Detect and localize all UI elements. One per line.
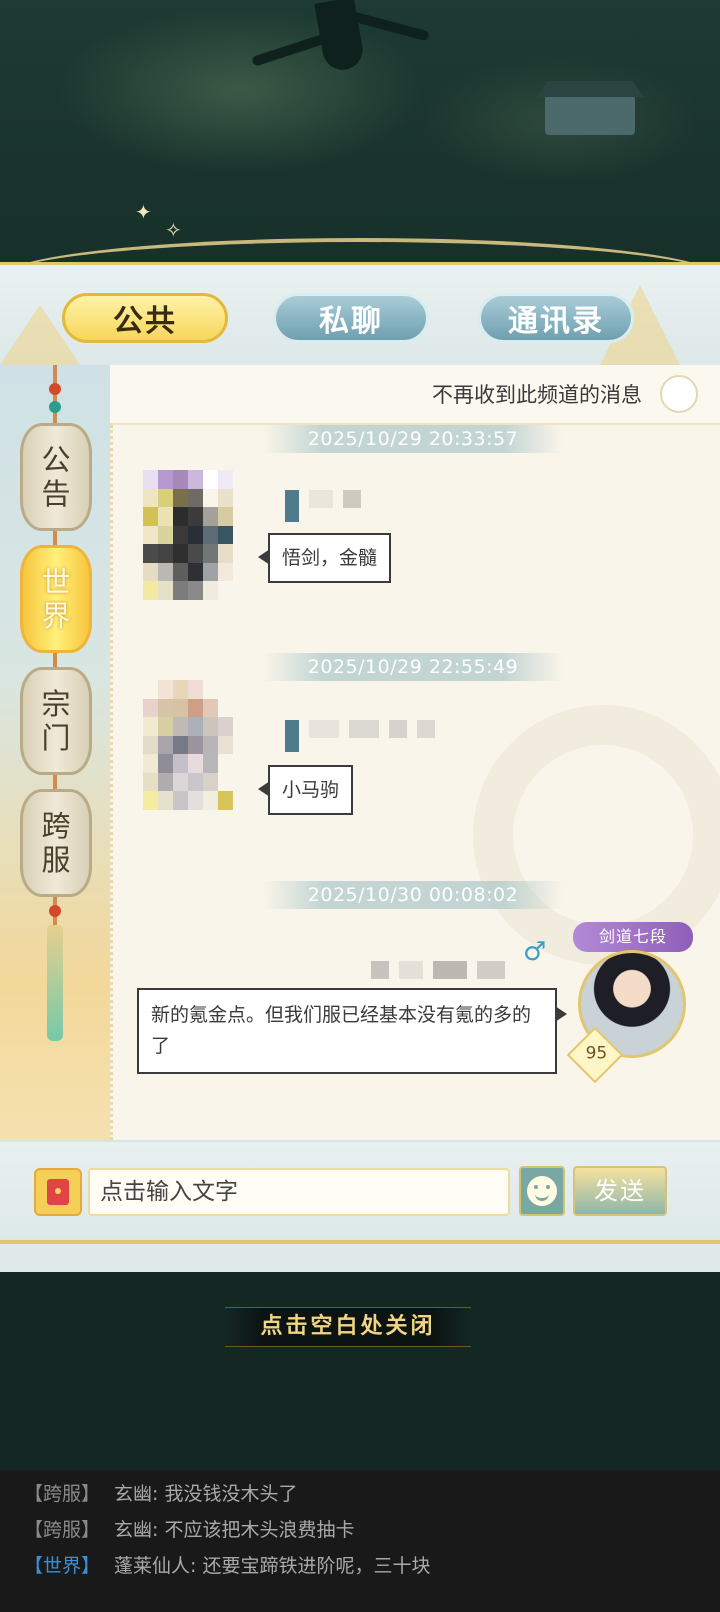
message-bubble[interactable]: 新的氪金点。但我们服已经基本没有氪的多的了 [137, 988, 567, 1074]
ticker-line: 【跨服】 玄幽: 不应该把木头浪费抽卡 [24, 1512, 720, 1548]
channel-mute-option: 不再收到此频道的消息 [110, 365, 720, 425]
message-bubble[interactable]: 小马驹 [257, 765, 354, 815]
ticker-speaker: 玄幽 [114, 1483, 153, 1505]
ticker-line: 【跨服】 玄幽: 我没钱没木头了 [24, 1476, 720, 1512]
message-timestamp: 2025/10/29 20:33:57 [263, 425, 563, 453]
close-hint[interactable]: 点击空白处关闭 [225, 1307, 471, 1347]
sidebar-item-label: 跨 [41, 809, 71, 843]
ticker-speaker: 蓬莱仙人 [114, 1555, 191, 1577]
male-icon: ♂ [523, 937, 547, 967]
ticker-channel: 【跨服】 [24, 1519, 101, 1541]
bird-icon: ✧ [165, 218, 182, 242]
chat-input-bar: 发送 [0, 1140, 720, 1240]
sidebar-item-sect[interactable]: 宗 门 [20, 667, 92, 775]
send-button[interactable]: 发送 [573, 1166, 667, 1216]
sidebar-item-label: 告 [41, 477, 71, 511]
username-redacted [285, 490, 361, 522]
message-bubble[interactable]: 悟剑，金髓 [257, 533, 392, 583]
ticker-line: 【世界】 蓬莱仙人: 还要宝蹄铁进阶呢，三十块 [24, 1548, 720, 1584]
bead-decoration [49, 401, 61, 413]
ticker-channel: 【世界】 [24, 1555, 101, 1577]
red-envelope-icon [47, 1179, 69, 1205]
chat-panel: 公共 私聊 通讯录 公 告 世 界 宗 门 跨 服 不再收到此频道的消息 202… [0, 262, 720, 1272]
background-scenery[interactable]: ✦ ✧ [0, 0, 720, 270]
chat-message-input[interactable] [88, 1168, 510, 1216]
house-decoration [545, 95, 635, 135]
sidebar-item-announcement[interactable]: 公 告 [20, 423, 92, 531]
sidebar-item-label: 宗 [41, 687, 71, 721]
ticker-separator: : [190, 1555, 203, 1577]
ticker-text: 我没钱没木头了 [164, 1483, 298, 1505]
ticker-speaker: 玄幽 [114, 1519, 153, 1541]
tab-bar: 公共 私聊 通讯录 [0, 265, 720, 365]
username-redacted [371, 961, 505, 979]
channel-sidebar: 公 告 世 界 宗 门 跨 服 [0, 365, 110, 1140]
message-list[interactable]: 2025/10/29 20:33:57 悟剑，金髓 2025/10/29 22:… [110, 425, 720, 1140]
level-value: 95 [585, 1043, 608, 1064]
sidebar-item-label: 服 [41, 843, 71, 877]
sidebar-item-label: 门 [41, 721, 71, 755]
red-envelope-button[interactable] [34, 1168, 82, 1216]
smiley-icon [527, 1176, 557, 1206]
avatar[interactable] [143, 470, 248, 600]
mute-channel-checkbox[interactable] [660, 375, 698, 413]
ticker-text: 还要宝蹄铁进阶呢，三十块 [202, 1555, 431, 1577]
ticker-separator: : [152, 1519, 165, 1541]
sidebar-item-label: 公 [41, 443, 71, 477]
mute-channel-label: 不再收到此频道的消息 [432, 383, 642, 407]
sidebar-item-cross-server[interactable]: 跨 服 [20, 789, 92, 897]
avatar[interactable] [143, 680, 248, 810]
ticker-separator: : [152, 1483, 165, 1505]
ticker-channel: 【跨服】 [24, 1483, 101, 1505]
bird-icon: ✦ [135, 200, 152, 224]
bead-decoration [49, 905, 61, 917]
bead-decoration [49, 383, 61, 395]
tassel-decoration [47, 925, 63, 1041]
ticker-text: 不应该把木头浪费抽卡 [164, 1519, 355, 1541]
panel-bottom-trim [0, 1240, 720, 1252]
message-timestamp: 2025/10/29 22:55:49 [263, 653, 563, 681]
rank-badge: 剑道七段 [573, 922, 693, 952]
username-redacted [285, 720, 435, 752]
sidebar-item-label: 世 [41, 565, 71, 599]
emoji-button[interactable] [519, 1166, 565, 1216]
tab-private-chat[interactable]: 私聊 [273, 293, 429, 343]
chat-ticker[interactable]: 【跨服】 玄幽: 我没钱没木头了 【跨服】 玄幽: 不应该把木头浪费抽卡 【世界】蓬… [0, 1470, 720, 1612]
tab-contacts[interactable]: 通讯录 [478, 293, 634, 343]
sidebar-item-world[interactable]: 世 界 [20, 545, 92, 653]
sidebar-item-label: 界 [41, 599, 71, 633]
message-timestamp: 2025/10/30 00:08:02 [263, 881, 563, 909]
tab-public[interactable]: 公共 [62, 293, 228, 343]
